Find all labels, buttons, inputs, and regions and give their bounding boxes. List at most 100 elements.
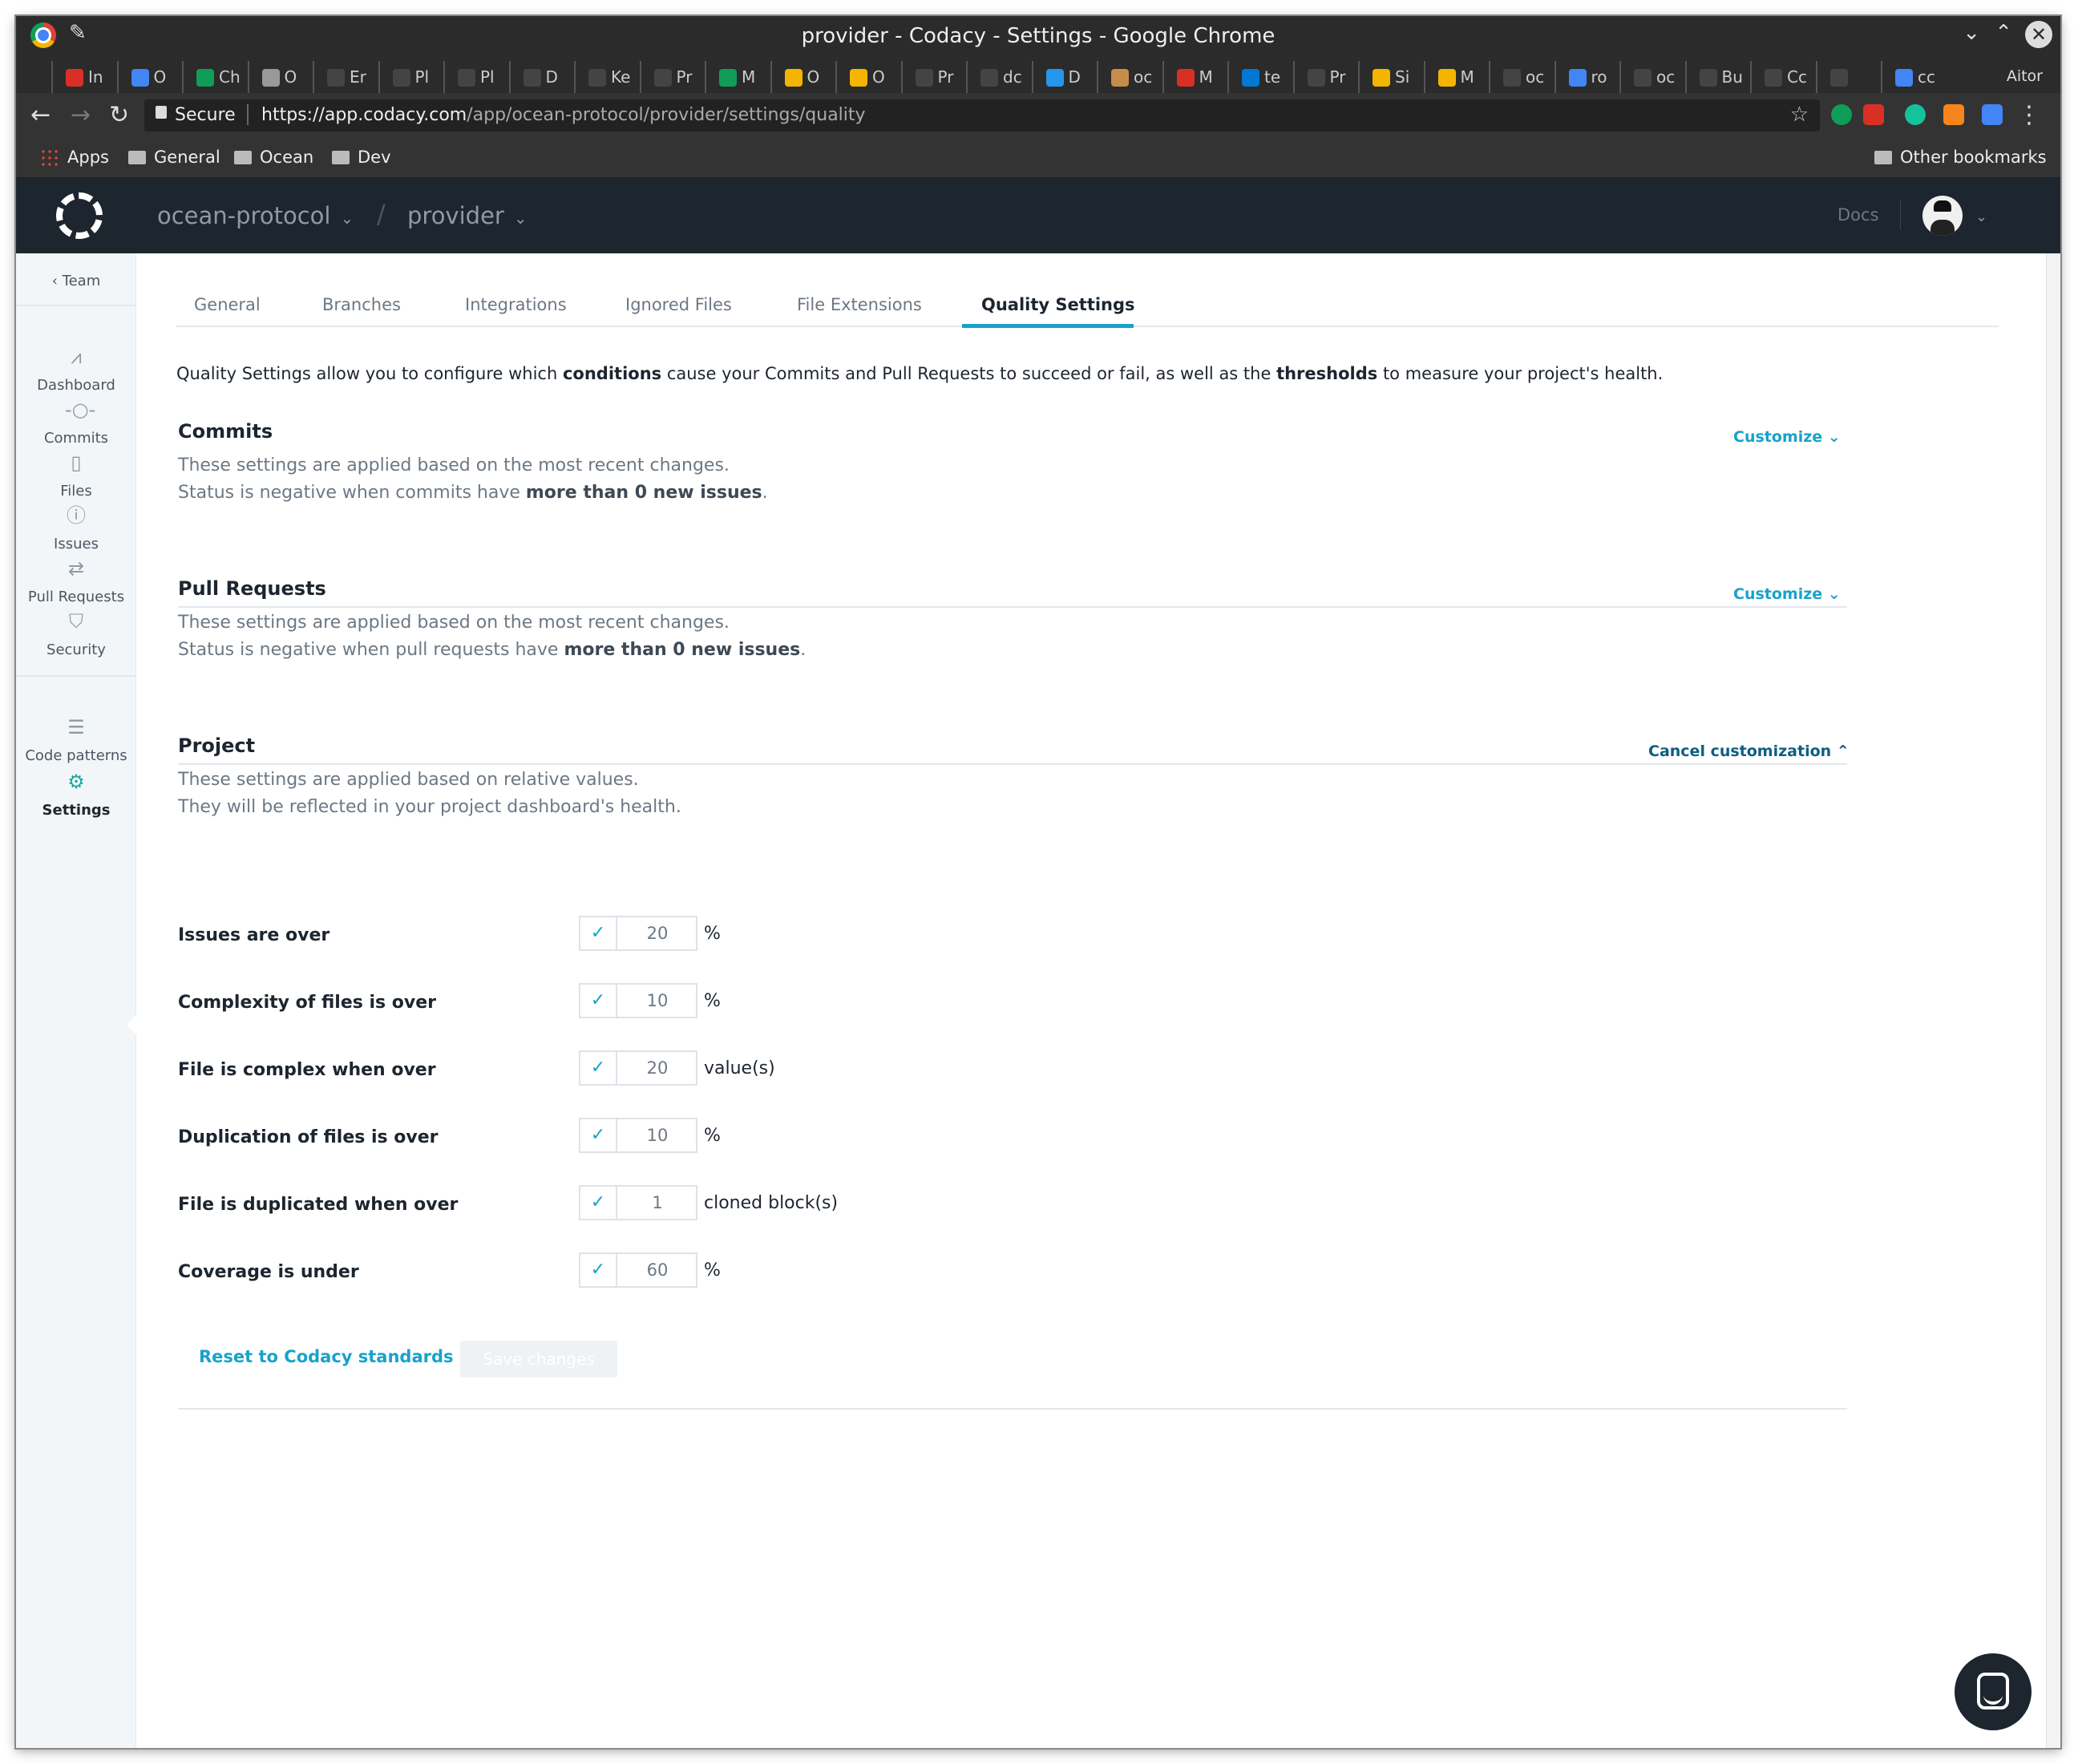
bookmark-folder-ocean[interactable]: Ocean xyxy=(234,148,313,167)
checkbox-checked-icon[interactable]: ✓ xyxy=(580,1052,617,1084)
threshold-input[interactable]: ✓ 1 xyxy=(579,1185,697,1220)
checkbox-checked-icon[interactable]: ✓ xyxy=(580,1254,617,1286)
bookmark-apps[interactable]: Apps xyxy=(40,148,109,167)
bookmark-star-icon[interactable]: ☆ xyxy=(1790,103,1809,127)
codacy-logo-icon[interactable] xyxy=(56,192,103,239)
threshold-value[interactable]: 10 xyxy=(619,1119,696,1151)
reload-icon[interactable]: ↻ xyxy=(109,101,129,129)
org-selector[interactable]: ocean-protocol ⌄ xyxy=(157,202,354,229)
sidebar-item-pull-requests[interactable]: ⇄ Pull Requests xyxy=(16,558,136,605)
browser-tab[interactable]: cc xyxy=(1881,61,1945,93)
maximize-icon[interactable]: ⌃ xyxy=(1995,21,2012,45)
checkbox-checked-icon[interactable]: ✓ xyxy=(580,1187,617,1219)
browser-tab[interactable]: Bu xyxy=(1684,61,1749,93)
cancel-customization-button[interactable]: Cancel customization ⌃ xyxy=(1648,742,1850,760)
checkbox-checked-icon[interactable]: ✓ xyxy=(580,917,617,949)
chat-support-button[interactable] xyxy=(1955,1653,2032,1730)
threshold-input[interactable]: ✓ 10 xyxy=(579,983,697,1018)
browser-tab[interactable]: Ke xyxy=(574,61,638,93)
threshold-value[interactable]: 1 xyxy=(619,1187,696,1219)
sidebar-item-files[interactable]: ▯ Files xyxy=(16,452,136,500)
lastpass-extension-icon[interactable] xyxy=(1863,104,1884,125)
chevron-down-icon[interactable]: ⌄ xyxy=(1975,208,1987,225)
browser-tab[interactable]: In xyxy=(51,61,115,93)
browser-tab[interactable]: D xyxy=(508,61,573,93)
hangouts-extension-icon[interactable] xyxy=(1831,104,1852,125)
browser-tab[interactable]: Pr xyxy=(639,61,704,93)
browser-tab[interactable]: oc xyxy=(1489,61,1553,93)
threshold-input[interactable]: ✓ 20 xyxy=(579,1050,697,1086)
browser-tab[interactable]: O xyxy=(770,61,835,93)
forward-icon[interactable]: → xyxy=(71,101,91,129)
bookmark-folder-general[interactable]: General xyxy=(128,148,220,167)
pull-requests-customize-button[interactable]: Customize ⌄ xyxy=(1733,585,1841,603)
sidebar-item-issues[interactable]: ⓘ Issues xyxy=(16,505,136,552)
browser-tab[interactable]: Pr xyxy=(900,61,965,93)
browser-tab[interactable]: Si xyxy=(1358,61,1422,93)
translate-extension-icon[interactable] xyxy=(1982,104,2003,125)
threshold-value[interactable]: 20 xyxy=(619,1052,696,1084)
save-changes-button[interactable]: Save changes xyxy=(460,1341,617,1378)
app-icon xyxy=(1176,69,1195,87)
threshold-unit: % xyxy=(704,1260,721,1281)
bookmark-other[interactable]: Other bookmarks xyxy=(1874,148,2047,167)
sidebar-item-security[interactable]: ⛉ Security xyxy=(16,611,136,658)
browser-tab[interactable]: Ch xyxy=(182,61,246,93)
tab-ignored-files[interactable]: Ignored Files xyxy=(625,295,732,314)
browser-tab[interactable]: Pr xyxy=(1292,61,1357,93)
page-scrollbar[interactable] xyxy=(2046,253,2060,1748)
browser-tab[interactable]: Pl xyxy=(378,61,443,93)
threshold-input[interactable]: ✓ 20 xyxy=(579,916,697,951)
back-to-team-link[interactable]: ‹ Team xyxy=(16,273,136,289)
checkbox-checked-icon[interactable]: ✓ xyxy=(580,985,617,1017)
sidebar-item-settings[interactable]: ⚙ Settings xyxy=(16,771,136,819)
tab-file-extensions[interactable]: File Extensions xyxy=(797,295,922,314)
commits-customize-button[interactable]: Customize ⌄ xyxy=(1733,428,1841,446)
grammarly-extension-icon[interactable] xyxy=(1905,104,1926,125)
sidebar-item-dashboard[interactable]: ⩘ Dashboard xyxy=(16,346,136,394)
browser-tab[interactable]: ro xyxy=(1554,61,1619,93)
tab-general[interactable]: General xyxy=(194,295,261,314)
tab-integrations[interactable]: Integrations xyxy=(465,295,567,314)
browser-tab[interactable]: O xyxy=(835,61,900,93)
browser-tab[interactable] xyxy=(1815,61,1880,93)
docs-link[interactable]: Docs xyxy=(1837,205,1879,225)
browser-tab[interactable]: dc xyxy=(966,61,1030,93)
metamask-extension-icon[interactable] xyxy=(1943,104,1964,125)
threshold-value[interactable]: 20 xyxy=(619,917,696,949)
browser-tab[interactable]: Er xyxy=(313,61,377,93)
browser-tab[interactable]: oc xyxy=(1097,61,1161,93)
repo-selector[interactable]: provider ⌄ xyxy=(407,202,528,229)
avatar[interactable] xyxy=(1922,196,1963,236)
threshold-value[interactable]: 10 xyxy=(619,985,696,1017)
browser-tab[interactable]: Pl xyxy=(443,61,507,93)
threshold-input[interactable]: ✓ 60 xyxy=(579,1252,697,1288)
tab-quality-settings[interactable]: Quality Settings xyxy=(981,295,1135,314)
back-icon[interactable]: ← xyxy=(30,101,51,129)
tab-branches[interactable]: Branches xyxy=(322,295,401,314)
browser-tab[interactable]: M xyxy=(1162,61,1227,93)
threshold-input[interactable]: ✓ 10 xyxy=(579,1118,697,1153)
browser-tab[interactable]: D xyxy=(1031,61,1096,93)
reset-to-standards-link[interactable]: Reset to Codacy standards xyxy=(199,1347,454,1366)
threshold-value[interactable]: 60 xyxy=(619,1254,696,1286)
sidebar-item-commits[interactable]: -○- Commits xyxy=(16,399,136,447)
minimize-icon[interactable]: ⌄ xyxy=(1963,21,1980,45)
browser-tab[interactable]: Cc xyxy=(1750,61,1814,93)
bookmark-folder-dev[interactable]: Dev xyxy=(332,148,391,167)
profile-name[interactable]: Aitor xyxy=(2007,67,2043,85)
browser-tab[interactable]: M xyxy=(705,61,769,93)
address-bar[interactable]: Secure https://app.codacy.com/app/ocean-… xyxy=(144,99,1820,131)
browser-tab[interactable]: oc xyxy=(1619,61,1684,93)
close-window-button[interactable]: ✕ xyxy=(2025,21,2052,48)
browser-tab[interactable]: O xyxy=(247,61,312,93)
checkbox-checked-icon[interactable]: ✓ xyxy=(580,1119,617,1151)
browser-tab[interactable]: te xyxy=(1227,61,1292,93)
url-text[interactable]: https://app.codacy.com/app/ocean-protoco… xyxy=(261,105,866,125)
chrome-menu-icon[interactable]: ⋮ xyxy=(2017,101,2041,129)
browser-tab[interactable]: O xyxy=(116,61,181,93)
github-icon xyxy=(458,69,475,87)
browser-tab[interactable]: M xyxy=(1423,61,1488,93)
sidebar-item-code-patterns[interactable]: ☰ Code patterns xyxy=(16,717,136,764)
avatar-icon xyxy=(1111,69,1129,87)
